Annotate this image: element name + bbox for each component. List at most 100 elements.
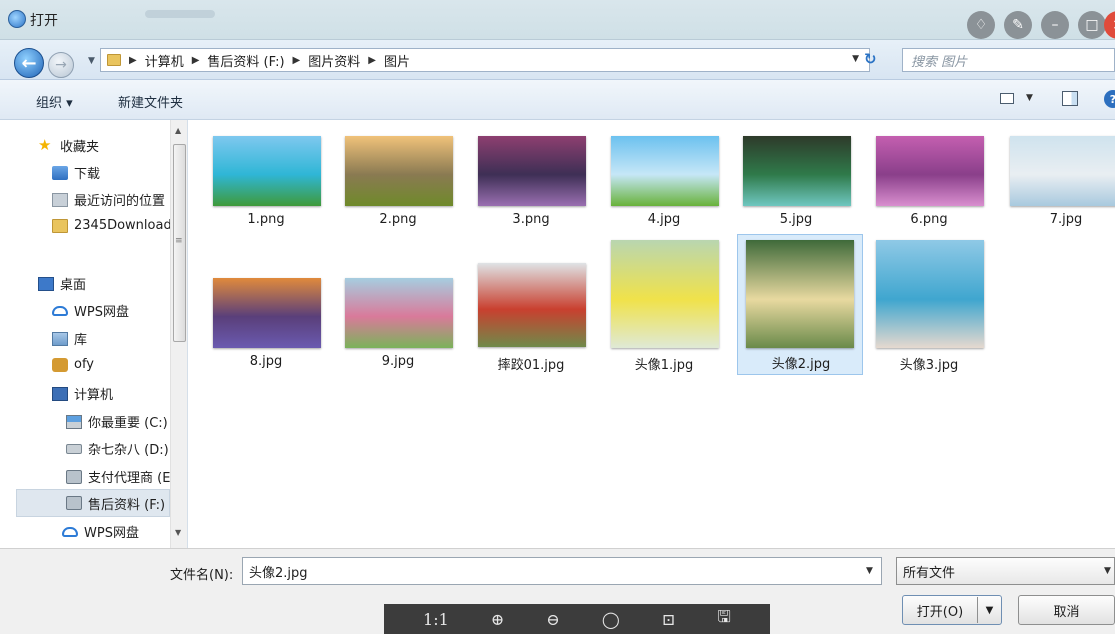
nav-item-computer[interactable]: 计算机 bbox=[52, 384, 113, 403]
navigation-pane: ★ 收藏夹 下载 最近访问的位置 2345Downloads 桌面 WPS网盘 库… bbox=[0, 120, 188, 548]
filename-input[interactable]: 头像2.jpg bbox=[242, 557, 882, 585]
breadcrumb-item[interactable]: ▶ 图片资料 bbox=[293, 51, 361, 70]
file-name: 1.png bbox=[247, 212, 285, 227]
nav-item-ofy[interactable]: ofy bbox=[52, 357, 94, 372]
organize-button[interactable]: 组织 ▾ bbox=[36, 92, 73, 111]
nav-item-library[interactable]: 库 bbox=[52, 329, 87, 348]
cancel-button[interactable]: 取消 bbox=[1018, 595, 1115, 625]
star-icon: ★ bbox=[38, 136, 52, 154]
back-button[interactable]: ← bbox=[14, 48, 44, 78]
nav-item-drive-c[interactable]: 你最重要 (C:) bbox=[66, 412, 168, 431]
file-name: 4.jpg bbox=[647, 212, 681, 227]
file-tile[interactable]: 3.png bbox=[468, 126, 594, 264]
nav-item-desktop[interactable]: 桌面 bbox=[38, 274, 86, 293]
folder-icon bbox=[107, 54, 121, 66]
file-thumbnail bbox=[478, 263, 586, 347]
file-tile-selected[interactable]: 头像2.jpg bbox=[737, 234, 863, 375]
file-thumbnail bbox=[876, 240, 984, 348]
scroll-down-icon[interactable]: ▼ bbox=[175, 528, 181, 537]
nav-item-drive-f[interactable]: 售后资料 (F:) bbox=[16, 489, 170, 517]
breadcrumb-item[interactable]: ▶ 售后资料 (F:) bbox=[192, 51, 285, 70]
breadcrumb-item[interactable]: ▶ 图片 bbox=[368, 51, 410, 70]
refresh-icon[interactable]: ↻ bbox=[864, 50, 877, 68]
file-tile[interactable]: 2.png bbox=[335, 126, 461, 264]
title-bar-decoration bbox=[145, 10, 215, 18]
file-tile[interactable]: 7.jpg bbox=[988, 126, 1115, 264]
file-tile[interactable]: 摔跤01.jpg bbox=[468, 253, 594, 391]
nav-item-2345downloads[interactable]: 2345Downloads bbox=[52, 218, 178, 233]
forward-button[interactable]: → bbox=[48, 52, 74, 78]
folder-icon bbox=[52, 218, 68, 233]
nav-item-drive-d[interactable]: 杂七杂八 (D:) bbox=[66, 439, 169, 458]
file-tile[interactable]: 头像3.jpg bbox=[866, 240, 992, 378]
close-icon[interactable]: × bbox=[1104, 11, 1115, 39]
file-name: 6.png bbox=[910, 212, 948, 227]
filetype-select[interactable]: 所有文件 bbox=[896, 557, 1115, 585]
nav-item-downloads[interactable]: 下载 bbox=[52, 163, 100, 182]
file-tile[interactable]: 1.png bbox=[203, 126, 329, 264]
scroll-up-icon[interactable]: ▲ bbox=[175, 126, 181, 135]
nav-item-wps-cloud-2[interactable]: WPS网盘 bbox=[62, 522, 139, 541]
file-tile[interactable]: 8.jpg bbox=[203, 268, 329, 406]
skin-icon[interactable]: ♢ bbox=[967, 11, 995, 39]
open-button[interactable]: 打开(O) ▼ bbox=[902, 595, 1002, 625]
nav-item-wps-cloud[interactable]: WPS网盘 bbox=[52, 301, 129, 320]
address-bar: ← → ▼ ▶ 计算机 ▶ 售后资料 (F:) ▶ 图片资料 ▶ 图片 ▼ ↻ 搜索 图… bbox=[0, 40, 1115, 80]
title-bar: 打开 ♢ ✎ – □ × bbox=[0, 0, 1115, 40]
zoom-out-icon[interactable]: ⊖ bbox=[546, 610, 559, 629]
cloud-icon bbox=[62, 526, 78, 537]
recent-places-icon bbox=[52, 192, 68, 207]
desktop-icon bbox=[38, 276, 54, 291]
nav-scrollbar[interactable]: ▲ ≡ ▼ bbox=[170, 120, 187, 548]
actual-size-button[interactable]: 1:1 bbox=[423, 610, 449, 629]
crop-icon[interactable]: ⊡ bbox=[662, 610, 675, 629]
filename-dropdown-icon[interactable]: ▼ bbox=[866, 566, 873, 576]
file-name: 9.jpg bbox=[381, 354, 415, 369]
file-name: 8.jpg bbox=[249, 354, 283, 369]
file-name: 头像3.jpg bbox=[899, 358, 959, 373]
filetype-dropdown-icon[interactable]: ▼ bbox=[1104, 566, 1111, 576]
network-drive-icon bbox=[66, 469, 82, 484]
search-input[interactable]: 搜索 图片 bbox=[902, 48, 1115, 72]
preview-pane-icon[interactable] bbox=[1062, 91, 1078, 106]
file-thumbnail bbox=[611, 240, 719, 348]
open-dropdown-icon[interactable]: ▼ bbox=[977, 597, 1001, 623]
file-name: 2.png bbox=[379, 212, 417, 227]
file-thumbnail bbox=[743, 136, 851, 206]
library-icon bbox=[52, 331, 68, 346]
new-folder-button[interactable]: 新建文件夹 bbox=[118, 92, 183, 111]
file-thumbnail bbox=[478, 136, 586, 206]
file-thumbnail bbox=[345, 278, 453, 348]
file-name: 5.jpg bbox=[779, 212, 813, 227]
chevron-down-icon[interactable]: ▼ bbox=[852, 54, 859, 64]
scroll-grip-icon: ≡ bbox=[175, 236, 183, 246]
window-title: 打开 bbox=[30, 13, 58, 29]
minimize-icon[interactable]: – bbox=[1041, 11, 1069, 39]
view-mode-icon[interactable] bbox=[1000, 93, 1014, 104]
pin-icon[interactable]: ✎ bbox=[1004, 11, 1032, 39]
file-name: 摔跤01.jpg bbox=[497, 358, 565, 373]
command-bar: 组织 ▾ 新建文件夹 ▼ ? bbox=[0, 80, 1115, 120]
file-tile[interactable]: 头像1.jpg bbox=[601, 240, 727, 378]
nav-item-favorites[interactable]: ★ 收藏夹 bbox=[38, 136, 99, 156]
app-icon bbox=[8, 10, 26, 28]
breadcrumb[interactable]: ▶ 计算机 ▶ 售后资料 (F:) ▶ 图片资料 ▶ 图片 ▼ bbox=[100, 48, 870, 72]
file-thumbnail bbox=[213, 278, 321, 348]
maximize-icon[interactable]: □ bbox=[1078, 11, 1106, 39]
history-dropdown-icon[interactable]: ▼ bbox=[88, 56, 95, 66]
help-icon[interactable]: ? bbox=[1104, 90, 1115, 108]
nav-item-drive-e[interactable]: 支付代理商 (E:) bbox=[66, 467, 180, 486]
file-tile[interactable]: 9.jpg bbox=[335, 268, 461, 406]
file-list: 1.png 2.png 3.png 4.jpg 5.jpg 6.png 7.jp… bbox=[188, 120, 1115, 548]
nav-item-recent[interactable]: 最近访问的位置 bbox=[52, 190, 165, 209]
zoom-in-icon[interactable]: ⊕ bbox=[491, 610, 504, 629]
save-icon[interactable]: 🖫 bbox=[717, 606, 731, 633]
rotate-icon[interactable]: ◯ bbox=[602, 610, 620, 629]
breadcrumb-item[interactable]: ▶ 计算机 bbox=[129, 51, 184, 70]
file-name: 头像2.jpg bbox=[771, 357, 831, 372]
view-dropdown-icon[interactable]: ▼ bbox=[1026, 93, 1033, 103]
drive-icon bbox=[66, 443, 82, 454]
filename-label: 文件名(N): bbox=[170, 568, 234, 583]
file-thumbnail bbox=[611, 136, 719, 206]
cloud-icon bbox=[52, 305, 68, 316]
